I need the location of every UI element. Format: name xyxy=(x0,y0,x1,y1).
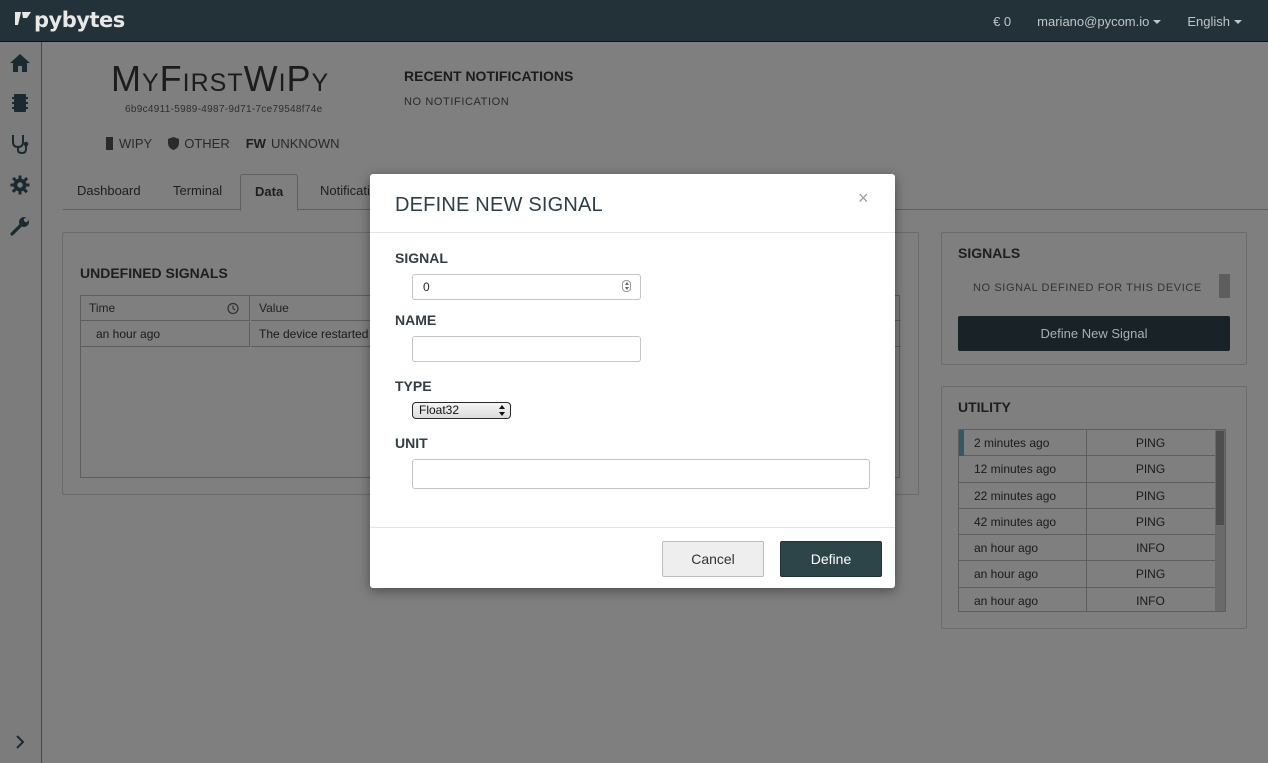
select-arrows-icon xyxy=(499,405,505,416)
signals-title: SIGNALS xyxy=(958,245,1021,261)
table-row-time: an hour ago xyxy=(81,322,250,347)
device-type-label: WIPY xyxy=(119,136,153,151)
name-input[interactable] xyxy=(412,336,641,362)
history-icon[interactable] xyxy=(226,302,239,315)
type-select[interactable]: Float32 xyxy=(412,402,511,419)
signals-scrollbar[interactable] xyxy=(1219,274,1230,298)
device-id: 6b9c4911-5989-4987-9d71-7ce79548f74e xyxy=(125,104,323,115)
wrench-icon[interactable] xyxy=(9,215,31,237)
tab-terminal[interactable]: Terminal xyxy=(159,174,236,210)
name-label: NAME xyxy=(395,312,437,328)
device-badges: WIPY OTHER FW UNKNOWN xyxy=(105,136,340,151)
device-type-badge: WIPY xyxy=(105,136,152,151)
caret-down-icon xyxy=(1153,20,1162,25)
list-item[interactable]: 2 minutes ago PING xyxy=(959,430,1225,457)
unit-label: UNIT xyxy=(395,435,428,451)
gear-icon[interactable] xyxy=(9,174,31,196)
define-signal-modal: DEFINE NEW SIGNAL × SIGNAL NAME TYPE Flo… xyxy=(370,174,895,588)
sidebar xyxy=(0,42,42,763)
utility-panel: UTILITY 2 minutes ago PING 12 minutes ago… xyxy=(941,386,1247,629)
firmware-value: UNKNOWN xyxy=(270,136,340,151)
column-header-time[interactable]: Time xyxy=(81,296,250,321)
network-label: OTHER xyxy=(184,136,230,151)
notifications-empty-text: NO NOTIFICATION xyxy=(404,96,510,108)
close-icon[interactable]: × xyxy=(858,188,870,208)
language-label: English xyxy=(1187,13,1230,29)
signals-empty-text: NO SIGNAL DEFINED FOR THIS DEVICE xyxy=(973,282,1202,294)
user-menu[interactable]: mariano@pycom.io xyxy=(1037,13,1162,29)
balance-indicator[interactable]: € 0 xyxy=(993,14,1011,29)
device-name: MyFirstWiPy xyxy=(111,58,330,99)
undefined-signals-title: UNDEFINED SIGNALS xyxy=(80,265,228,281)
firmware-badge: FW UNKNOWN xyxy=(246,136,340,151)
recent-notifications-title: RECENT NOTIFICATIONS xyxy=(404,68,574,84)
type-selected-value: Float32 xyxy=(419,403,460,417)
list-item[interactable]: an hour ago INFO xyxy=(959,535,1225,562)
number-spinner-icon[interactable] xyxy=(622,280,631,292)
list-item[interactable]: 42 minutes ago PING xyxy=(959,508,1225,536)
signal-input[interactable] xyxy=(412,274,641,300)
stethoscope-icon[interactable] xyxy=(9,133,31,155)
cancel-button[interactable]: Cancel xyxy=(662,541,764,577)
define-button[interactable]: Define xyxy=(780,541,882,577)
list-item[interactable]: 22 minutes ago PING xyxy=(959,482,1225,509)
selected-marker xyxy=(959,430,964,456)
shield-icon xyxy=(168,137,180,150)
list-item[interactable]: an hour ago INFO xyxy=(959,587,1225,611)
utility-list: 2 minutes ago PING 12 minutes ago PING 22 … xyxy=(958,429,1226,612)
device-chip-icon xyxy=(106,137,113,150)
firmware-prefix: FW xyxy=(245,136,266,151)
language-menu[interactable]: English xyxy=(1187,14,1242,29)
device-chip-icon[interactable] xyxy=(9,92,31,114)
modal-title: DEFINE NEW SIGNAL xyxy=(395,194,603,216)
caret-down-icon xyxy=(1234,20,1242,25)
chevron-right-icon[interactable] xyxy=(9,731,31,753)
scrollbar-thumb[interactable] xyxy=(1216,431,1224,525)
list-item[interactable]: an hour ago PING xyxy=(959,561,1225,588)
top-navbar: pybytes € 0 mariano@pycom.io English xyxy=(0,0,1268,42)
tab-data[interactable]: Data xyxy=(240,174,299,211)
modal-footer: Cancel Define xyxy=(370,527,895,588)
signal-label: SIGNAL xyxy=(395,250,448,266)
home-icon[interactable] xyxy=(9,52,31,74)
modal-header: DEFINE NEW SIGNAL × xyxy=(370,174,895,233)
list-item[interactable]: 12 minutes ago PING xyxy=(959,456,1225,483)
pybytes-logo[interactable]: pybytes xyxy=(14,8,125,32)
define-new-signal-button[interactable]: Define New Signal xyxy=(958,316,1230,351)
network-badge: OTHER xyxy=(168,136,230,151)
type-label: TYPE xyxy=(395,378,432,394)
logo-text: pybytes xyxy=(34,8,125,32)
signals-panel: SIGNALS NO SIGNAL DEFINED FOR THIS DEVIC… xyxy=(941,232,1247,365)
tab-dashboard[interactable]: Dashboard xyxy=(63,174,155,210)
utility-title: UTILITY xyxy=(958,399,1011,415)
utility-scrollbar[interactable] xyxy=(1215,430,1225,611)
pycom-logo-icon xyxy=(15,11,31,25)
user-email: mariano@pycom.io xyxy=(1037,13,1150,29)
unit-input[interactable] xyxy=(412,459,870,489)
signal-number-field xyxy=(412,274,641,300)
